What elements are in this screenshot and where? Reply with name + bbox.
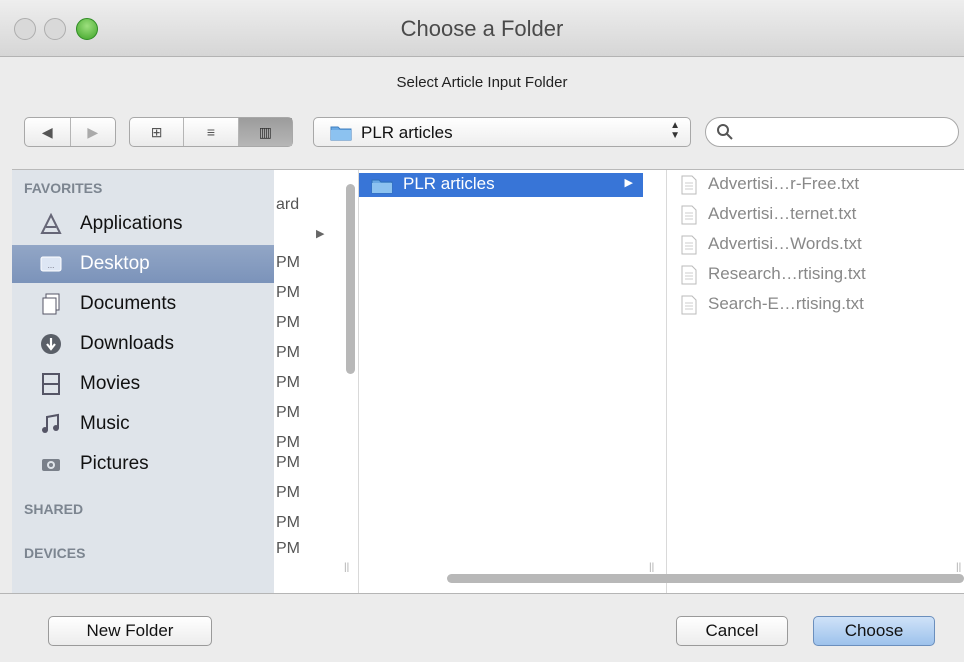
folder-icon [330,126,352,141]
forward-button[interactable]: ▶ [71,118,116,146]
file-name: Advertisi…r-Free.txt [708,174,860,193]
sidebar-item-applications[interactable]: Applications [12,205,274,243]
location-popup[interactable]: PLR articles ▲ ▼ [313,117,691,147]
footer-divider [0,593,964,594]
column-item-date: PM [276,514,300,531]
title-bar: Choose a Folder [0,0,964,57]
folder-icon [371,179,393,194]
desktop-icon: ... [40,256,62,272]
sidebar-section-devices: DEVICES [24,545,86,561]
icon-view-button[interactable]: ⊞ [130,118,185,146]
search-field[interactable] [705,117,959,147]
navigation-segmented-control: ◀ ▶ [24,117,116,147]
column-item-date: PM [276,434,300,451]
search-icon [717,124,733,140]
cancel-button[interactable]: Cancel [676,616,788,646]
folder-name: PLR articles [403,174,495,193]
horizontal-scrollbar[interactable] [447,574,964,583]
vertical-scrollbar[interactable] [346,184,355,374]
sidebar-item-desktop[interactable]: ... Desktop [12,245,274,283]
file-item[interactable]: Research…rtising.txt [667,260,964,290]
file-item[interactable]: Advertisi…ternet.txt [667,200,964,230]
downloads-icon [41,334,61,354]
column-item-date: PM [276,254,300,271]
column-resize-handle[interactable]: || [344,562,349,573]
chevron-right-icon: ▶ [624,177,633,189]
sidebar-item-label: Desktop [80,253,150,274]
file-item[interactable]: Search-E…rtising.txt [667,290,964,320]
column-resize-handle[interactable]: || [649,562,654,573]
choose-button[interactable]: Choose [813,616,935,646]
text-file-icon [681,265,697,285]
sidebar-item-downloads[interactable]: Downloads [12,325,274,363]
column-item-date: PM [276,284,300,301]
file-name: Advertisi…Words.txt [708,234,862,253]
file-name: Advertisi…ternet.txt [708,204,857,223]
column-item-date: PM [276,484,300,501]
list-view-icon: ≡ [206,124,216,140]
movies-icon [42,373,60,395]
text-file-icon [681,235,697,255]
column-item-date: PM [276,314,300,331]
text-file-icon [681,175,697,195]
sidebar-item-label: Downloads [80,333,174,354]
icon-view-icon: ⊞ [150,123,163,140]
dialog-message: Select Article Input Folder [396,74,568,91]
forward-icon: ▶ [87,123,99,140]
sidebar-section-favorites: FAVORITES [24,180,103,196]
dialog-body: Select Article Input Folder ◀ ▶ ⊞ ≡ ▥ PL… [0,57,964,662]
column-view-button[interactable]: ▥ [238,118,292,146]
back-icon: ◀ [41,123,53,140]
sidebar-item-music[interactable]: Music [12,405,274,443]
sidebar: FAVORITES Applications ... Desktop Docum… [12,170,274,594]
sidebar-item-label: Movies [80,373,141,394]
file-item[interactable]: Advertisi…r-Free.txt [667,170,964,200]
file-name: Research…rtising.txt [708,264,866,283]
chevron-right-icon: ▶ [316,228,325,240]
text-file-icon [681,205,697,225]
browser-column-3[interactable]: Advertisi…r-Free.txt Advertisi…ternet.tx… [667,170,964,594]
pictures-icon [42,459,60,471]
location-popup-label: PLR articles [361,123,453,142]
text-file-icon [681,295,697,315]
sidebar-section-shared: SHARED [24,501,84,517]
sidebar-item-pictures[interactable]: Pictures [12,445,274,483]
music-icon [42,413,59,433]
file-name: Search-E…rtising.txt [708,294,864,313]
new-folder-button[interactable]: New Folder [48,616,212,646]
file-browser: FAVORITES Applications ... Desktop Docum… [12,169,964,594]
file-item[interactable]: Advertisi…Words.txt [667,230,964,260]
column-item-date: PM [276,540,300,557]
list-view-button[interactable]: ≡ [184,118,239,146]
browser-column-1[interactable]: ard ▶ PM PM PM PM PM PM PM PM PM PM PM |… [274,170,359,594]
column-item-date: PM [276,454,300,471]
applications-icon [40,213,62,234]
sidebar-item-documents[interactable]: Documents [12,285,274,323]
column-view-icon: ▥ [258,123,272,140]
sidebar-item-label: Music [80,413,130,434]
column-item-date: PM [276,404,300,421]
sidebar-item-movies[interactable]: Movies [12,365,274,403]
column-item-date: PM [276,344,300,361]
view-mode-control: ⊞ ≡ ▥ [129,117,293,147]
column-item-selected-folder[interactable]: PLR articles ▶ [359,173,643,197]
sidebar-item-label: Documents [80,293,177,314]
column-resize-handle[interactable]: || [956,562,961,573]
back-button[interactable]: ◀ [25,118,71,146]
documents-icon [42,293,60,315]
svg-text:...: ... [48,261,55,270]
column-item-partial: ard [276,196,300,213]
sidebar-item-label: Pictures [80,453,149,474]
popup-arrows-icon: ▲ ▼ [670,120,680,141]
sidebar-item-label: Applications [80,213,183,234]
browser-column-2[interactable]: PLR articles ▶ || [359,170,667,594]
window-title: Choose a Folder [400,16,564,41]
column-item-date: PM [276,374,300,391]
